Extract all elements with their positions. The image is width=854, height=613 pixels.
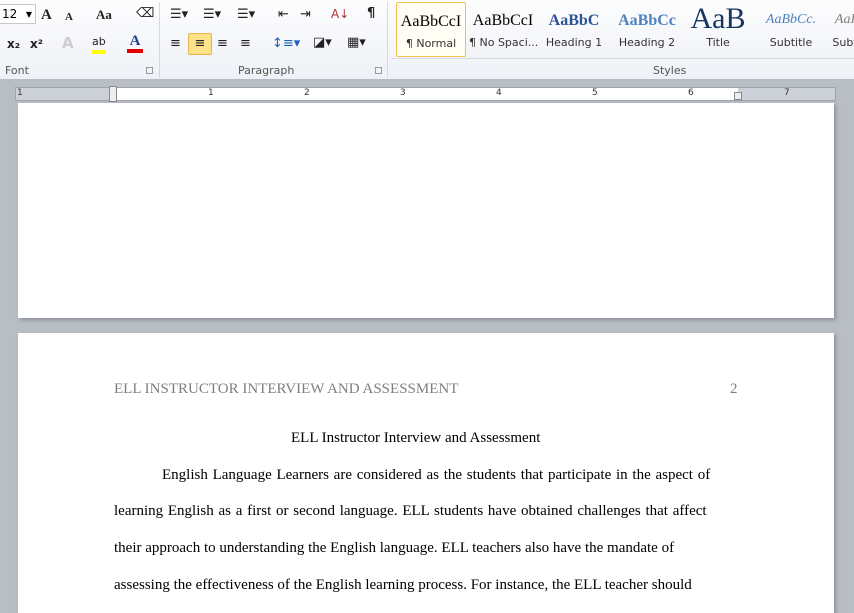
style-normal[interactable]: AaBbCcI ¶ Normal [396,2,466,57]
ribbon: 12 ▼ A A Aa ⌫ x₂ x² A ab A Font ☰▾ ☰▾ ☰▾ … [0,0,854,80]
style-heading-2[interactable]: AaBbCc Heading 2 [612,2,682,57]
style-subtitle[interactable]: AaBbCc. Subtitle [756,2,826,57]
running-header: ELL INSTRUCTOR INTERVIEW AND ASSESSMENT [114,381,459,397]
decrease-indent-icon[interactable]: ⇤ [278,7,289,23]
font-dialog-launcher[interactable] [146,67,153,74]
paragraph-dialog-launcher[interactable] [375,67,382,74]
style-subtle-emphasis[interactable]: AaISubt [830,2,854,57]
grow-font-icon[interactable]: A [41,7,52,23]
highlight-button[interactable]: ab [92,34,106,54]
show-marks-button[interactable]: ¶ [367,6,375,22]
horizontal-ruler[interactable]: 1 1 2 3 4 5 6 7 [15,86,836,102]
sort-icon[interactable]: A↓ [331,6,349,22]
align-left-icon[interactable]: ≡ [170,36,181,52]
multilevel-list-button[interactable]: ☰▾ [237,7,255,23]
body-line: learning English as a first or second la… [114,503,707,519]
styles-group-label: Styles [653,64,687,77]
text-effects-button[interactable]: A [62,35,74,51]
shading-icon[interactable]: ◪▾ [313,35,332,51]
bullets-button[interactable]: ☰▾ [170,7,188,23]
font-color-button[interactable]: A [127,33,143,53]
align-center-icon[interactable]: ≡ [188,33,212,55]
body-line: assessing the effectiveness of the Engli… [114,577,692,593]
body-line: English Language Learners are considered… [162,467,711,483]
align-right-icon[interactable]: ≡ [217,36,228,52]
justify-icon[interactable]: ≡ [240,36,251,52]
font-size-field[interactable]: 12 ▼ [0,4,36,24]
style-no-spacing[interactable]: AaBbCcI ¶ No Spaci... [469,2,538,57]
line-spacing-icon[interactable]: ↕≡▾ [272,36,300,52]
document-title: ELL Instructor Interview and Assessment [291,430,541,446]
page-1[interactable] [18,103,834,318]
paragraph-group-label: Paragraph [238,64,295,77]
increase-indent-icon[interactable]: ⇥ [300,7,311,23]
change-case-button[interactable]: Aa [96,7,112,23]
body-line: their approach to understanding the Engl… [114,540,675,556]
right-indent-marker[interactable] [734,92,742,100]
font-group-label: Font [5,64,29,77]
page-number: 2 [730,381,738,397]
page-2[interactable]: ELL INSTRUCTOR INTERVIEW AND ASSESSMENT … [18,333,834,613]
subscript-button[interactable]: x₂ [7,36,20,52]
superscript-button[interactable]: x² [30,36,43,52]
shrink-font-icon[interactable]: A [65,9,73,25]
style-heading-1[interactable]: AaBbC Heading 1 [540,2,608,57]
indent-marker[interactable] [109,86,117,102]
borders-icon[interactable]: ▦▾ [347,35,366,51]
style-title[interactable]: AaB Title [684,2,752,57]
clear-formatting-icon[interactable]: ⌫ [136,6,154,22]
numbering-button[interactable]: ☰▾ [203,7,221,23]
